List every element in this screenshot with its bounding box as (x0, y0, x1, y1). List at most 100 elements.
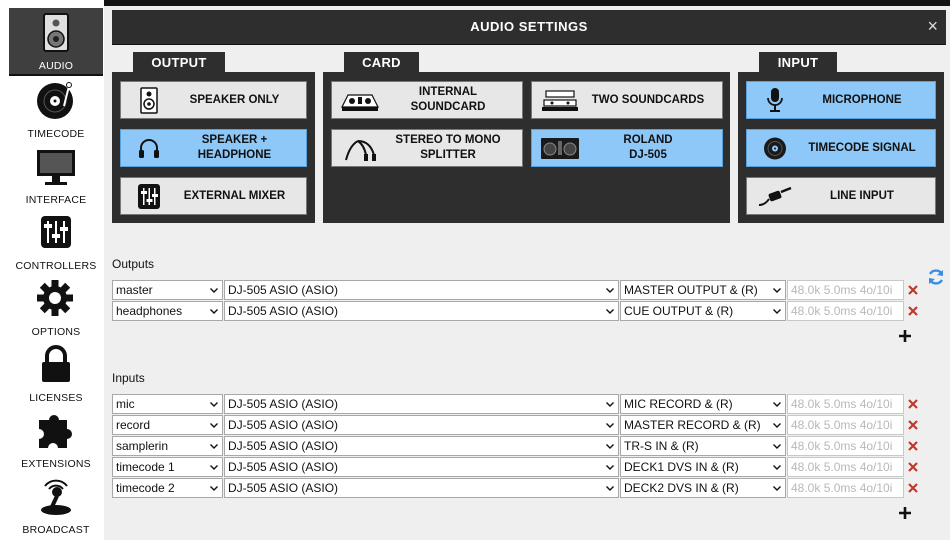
chevron-down-icon (210, 465, 218, 470)
remove-icon[interactable] (907, 398, 919, 410)
input-channel-select[interactable]: TR-S IN & (R) (620, 436, 786, 456)
chevron-down-icon (773, 402, 781, 407)
add-input-button[interactable] (898, 506, 912, 520)
roland-controller-icon (541, 138, 579, 159)
input-info-field[interactable]: 48.0k 5.0ms 4o/10i (787, 478, 904, 498)
remove-icon[interactable] (907, 461, 919, 473)
input-name-select[interactable]: timecode 1 (112, 457, 223, 477)
sidebar-item-label: EXTENSIONS (21, 458, 91, 470)
select-value: headphones (116, 304, 183, 318)
sidebar-item-options[interactable]: OPTIONS (9, 274, 103, 340)
lock-icon (42, 345, 70, 382)
dj-controller-icon (341, 94, 379, 111)
broadcast-icon (41, 479, 71, 515)
timecode-signal-button[interactable]: TIMECODE SIGNAL (746, 129, 936, 167)
two-soundcards-button[interactable]: TWO SOUNDCARDS (531, 81, 723, 119)
speaker-headphone-button[interactable]: SPEAKER + HEADPHONE (120, 129, 307, 167)
input-channel-select[interactable]: DECK2 DVS IN & (R) (620, 478, 786, 498)
input-name-select[interactable]: samplerin (112, 436, 223, 456)
card-group-label: CARD (344, 52, 419, 72)
input-name-select[interactable]: timecode 2 (112, 478, 223, 498)
sidebar-item-label: TIMECODE (27, 128, 85, 140)
audio-settings-panel: AUDIO SETTINGS × OUTPUT SPEAKER ONLY SPE… (104, 0, 950, 540)
input-device-select[interactable]: DJ-505 ASIO (ASIO) (224, 436, 619, 456)
roland-dj505-button[interactable]: ROLAND DJ-505 (531, 129, 723, 167)
sidebar-item-label: LICENSES (29, 392, 83, 404)
outputs-section-label: Outputs (112, 257, 155, 271)
input-device-select[interactable]: DJ-505 ASIO (ASIO) (224, 415, 619, 435)
input-device-select[interactable]: DJ-505 ASIO (ASIO) (224, 457, 619, 477)
internal-soundcard-button[interactable]: INTERNAL SOUNDCARD (331, 81, 523, 119)
input-info-field[interactable]: 48.0k 5.0ms 4o/10i (787, 415, 904, 435)
chevron-down-icon (210, 309, 218, 314)
stereo-to-mono-splitter-button[interactable]: STEREO TO MONO SPLITTER (331, 129, 523, 167)
close-button[interactable]: × (927, 16, 938, 36)
remove-icon[interactable] (907, 482, 919, 494)
microphone-button[interactable]: MICROPHONE (746, 81, 936, 119)
chevron-down-icon (606, 288, 614, 293)
microphone-icon (767, 88, 783, 112)
sidebar-item-timecode[interactable]: TIMECODE (9, 76, 103, 142)
option-label: STEREO TO MONO SPLITTER (395, 134, 501, 161)
refresh-icon[interactable] (926, 266, 946, 288)
monitor-icon (37, 150, 75, 185)
output-info-field[interactable]: 48.0k 5.0ms 4o/10i (787, 301, 904, 321)
option-label: ROLAND DJ-505 (623, 134, 673, 161)
external-mixer-button[interactable]: EXTERNAL MIXER (120, 177, 307, 215)
mixer-icon (138, 184, 160, 209)
select-value: DJ-505 ASIO (ASIO) (228, 460, 339, 474)
input-device-select[interactable]: DJ-505 ASIO (ASIO) (224, 478, 619, 498)
select-value: DJ-505 ASIO (ASIO) (228, 481, 339, 495)
input-device-select[interactable]: DJ-505 ASIO (ASIO) (224, 394, 619, 414)
chevron-down-icon (773, 465, 781, 470)
option-label: EXTERNAL MIXER (183, 189, 286, 202)
sidebar-item-audio[interactable]: AUDIO (9, 8, 103, 76)
chevron-down-icon (773, 486, 781, 491)
speaker-only-button[interactable]: SPEAKER ONLY (120, 81, 307, 119)
sidebar-item-label: INTERFACE (25, 194, 87, 206)
timecode-disc-icon (764, 137, 786, 160)
sidebar-item-extensions[interactable]: EXTENSIONS (9, 406, 103, 472)
soundcards-icon (542, 90, 578, 111)
chevron-down-icon (606, 402, 614, 407)
sidebar-item-licenses[interactable]: LICENSES (9, 340, 103, 406)
line-input-button[interactable]: LINE INPUT (746, 177, 936, 215)
input-info-field[interactable]: 48.0k 5.0ms 4o/10i (787, 457, 904, 477)
input-group: MICROPHONE TIMECODE SIGNAL LINE INPUT (738, 72, 944, 223)
sidebar-item-interface[interactable]: INTERFACE (9, 142, 103, 208)
output-name-select[interactable]: master (112, 280, 223, 300)
remove-icon[interactable] (907, 419, 919, 431)
select-value: CUE OUTPUT & (R) (624, 304, 734, 318)
output-device-select[interactable]: DJ-505 ASIO (ASIO) (224, 301, 619, 321)
chevron-down-icon (606, 465, 614, 470)
output-channel-select[interactable]: CUE OUTPUT & (R) (620, 301, 786, 321)
input-channel-select[interactable]: DECK1 DVS IN & (R) (620, 457, 786, 477)
top-strip (104, 0, 950, 6)
input-name-select[interactable]: record (112, 415, 223, 435)
card-group: INTERNAL SOUNDCARD TWO SOUNDCARDS STEREO… (323, 72, 730, 223)
select-value: DJ-505 ASIO (ASIO) (228, 283, 339, 297)
remove-icon[interactable] (907, 440, 919, 452)
select-value: samplerin (116, 439, 169, 453)
sidebar: AUDIO TIMECODE INTERFACE CONTROLLERS OPT… (0, 0, 105, 540)
output-device-select[interactable]: DJ-505 ASIO (ASIO) (224, 280, 619, 300)
select-value: timecode 1 (116, 460, 175, 474)
output-name-select[interactable]: headphones (112, 301, 223, 321)
sidebar-item-label: AUDIO (38, 60, 74, 72)
sidebar-item-controllers[interactable]: CONTROLLERS (9, 208, 103, 274)
output-channel-select[interactable]: MASTER OUTPUT & (R) (620, 280, 786, 300)
remove-icon[interactable] (907, 284, 919, 296)
input-info-field[interactable]: 48.0k 5.0ms 4o/10i (787, 436, 904, 456)
faders-icon (41, 216, 71, 248)
chevron-down-icon (606, 309, 614, 314)
output-info-field[interactable]: 48.0k 5.0ms 4o/10i (787, 280, 904, 300)
input-info-field[interactable]: 48.0k 5.0ms 4o/10i (787, 394, 904, 414)
input-channel-select[interactable]: MASTER RECORD & (R) (620, 415, 786, 435)
remove-icon[interactable] (907, 305, 919, 317)
select-value: TR-S IN & (R) (624, 439, 699, 453)
add-output-button[interactable] (898, 329, 912, 343)
sidebar-item-broadcast[interactable]: BROADCAST (9, 472, 103, 538)
input-channel-select[interactable]: MIC RECORD & (R) (620, 394, 786, 414)
select-value: mic (116, 397, 135, 411)
input-name-select[interactable]: mic (112, 394, 223, 414)
